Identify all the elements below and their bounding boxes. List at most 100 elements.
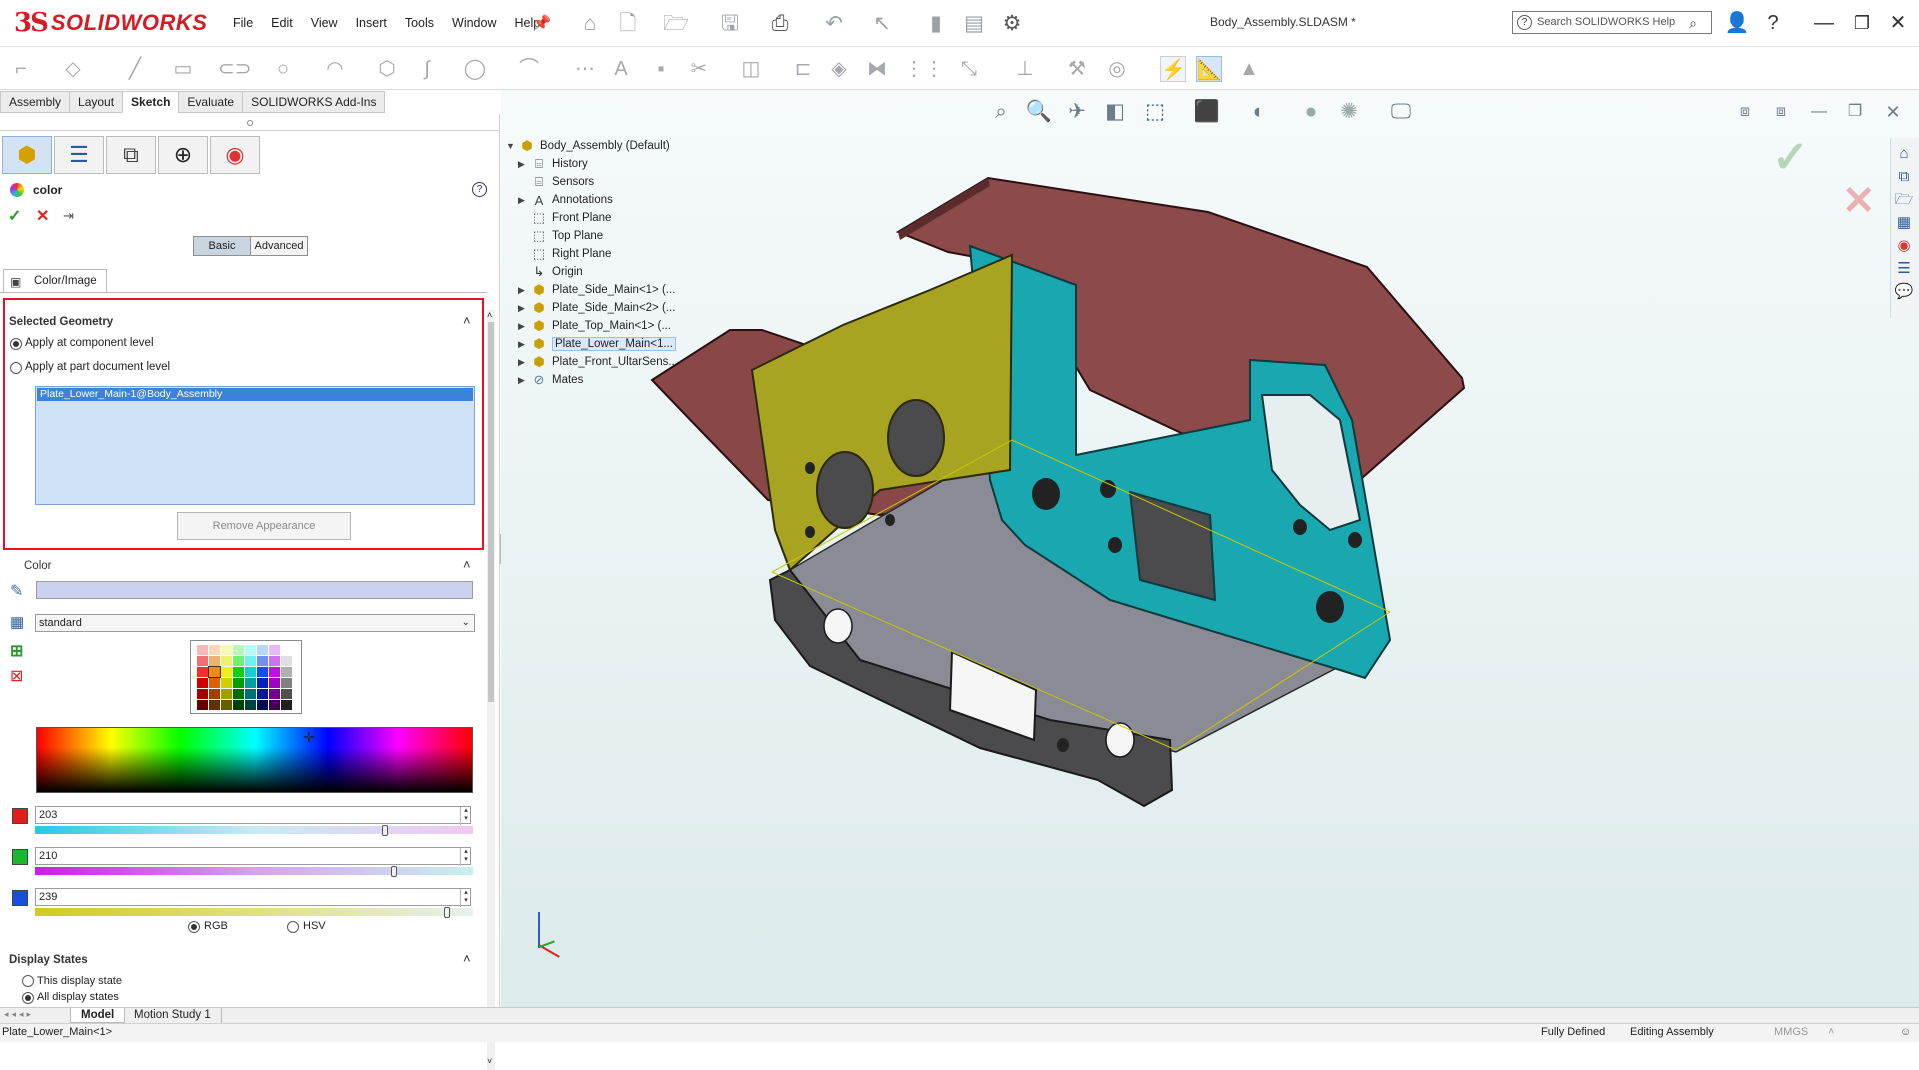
color-swatch[interactable] (257, 667, 268, 677)
menu-window[interactable]: Window (443, 14, 505, 32)
linear-pattern-icon[interactable]: ⋮⋮ (904, 56, 944, 82)
menu-view[interactable]: View (302, 14, 347, 32)
search-input[interactable]: ? Search SOLIDWORKS Help ⌕ (1512, 11, 1712, 34)
color-swatch[interactable] (221, 689, 232, 699)
scrollbar-thumb[interactable] (488, 322, 494, 702)
remove-swatch-icon[interactable]: ⊠ (10, 666, 23, 686)
color-swatch[interactable] (208, 666, 221, 678)
units-chevron-icon[interactable]: ˄ (1828, 1024, 1834, 1041)
close-window-button[interactable]: ✕ (1883, 10, 1913, 36)
color-swatch[interactable] (221, 700, 232, 710)
color-swatch[interactable] (233, 689, 244, 699)
pin-icon[interactable]: 📌 (528, 10, 556, 38)
color-swatch[interactable] (245, 645, 256, 655)
spline-icon[interactable]: ∫ (414, 56, 440, 82)
home-icon[interactable]: ⌂ (576, 10, 604, 38)
panel-scrollbar[interactable]: ˄ ˅ (487, 310, 495, 1070)
color-swatch[interactable] (269, 678, 280, 688)
display-relations-icon[interactable]: ⊥ (1012, 56, 1038, 82)
color-swatch[interactable] (245, 678, 256, 688)
instant2d-icon[interactable]: 📐 (1196, 56, 1222, 82)
help-icon[interactable]: ? (1758, 10, 1788, 36)
color-swatch[interactable] (233, 678, 244, 688)
blue-slider[interactable] (35, 907, 473, 918)
radio-component-level[interactable] (10, 338, 22, 350)
save-icon[interactable]: 🖫 (716, 10, 744, 38)
color-swatch[interactable] (245, 700, 256, 710)
color-swatch[interactable] (209, 645, 220, 655)
color-swatch[interactable] (197, 678, 208, 688)
keep-visible-pushpin-icon[interactable]: ⇥ (63, 208, 74, 224)
selected-geometry-list[interactable]: Plate_Lower_Main-1@Body_Assembly (35, 386, 475, 505)
feature-manager-tab-icon[interactable]: ⬢ (2, 136, 52, 174)
red-slider[interactable] (35, 825, 473, 836)
color-swatch[interactable] (197, 645, 208, 655)
color-swatch[interactable] (269, 667, 280, 677)
color-swatch[interactable] (257, 689, 268, 699)
print-icon[interactable]: ⎙ (766, 10, 794, 38)
configuration-manager-tab-icon[interactable]: ⧉ (106, 136, 156, 174)
options-gear-icon[interactable]: ⚙ (998, 10, 1026, 38)
tab-color-image[interactable]: ▣ Color/Image (3, 269, 107, 293)
green-slider[interactable] (35, 866, 473, 877)
sketch-icon[interactable]: ⌐ (8, 56, 34, 82)
color-swatch[interactable] (281, 656, 292, 666)
trim-icon[interactable]: ✂ (686, 56, 712, 82)
advanced-mode-button[interactable]: Advanced (250, 236, 308, 256)
color-swatch[interactable] (197, 656, 208, 666)
color-swatch[interactable] (269, 689, 280, 699)
eyedropper-icon[interactable]: ✎ (10, 581, 23, 601)
help-icon[interactable]: ? (472, 182, 487, 197)
color-swatch[interactable] (221, 645, 232, 655)
fillet-icon[interactable]: ⌒ (516, 56, 542, 82)
repair-sketch-icon[interactable]: ⚒ (1064, 56, 1090, 82)
color-swatch[interactable] (221, 656, 232, 666)
file-properties-icon[interactable]: ▤ (960, 10, 988, 38)
color-swatch[interactable] (281, 667, 292, 677)
menu-file[interactable]: File (224, 14, 262, 32)
radio-this-display-state[interactable] (22, 975, 34, 987)
color-swatch[interactable] (209, 689, 220, 699)
color-swatch[interactable] (245, 656, 256, 666)
green-slider-thumb[interactable] (391, 866, 398, 877)
menu-insert[interactable]: Insert (347, 14, 396, 32)
circle-icon[interactable]: ○ (270, 56, 296, 82)
smart-dimension-icon[interactable]: ◇ (60, 56, 86, 82)
shaded-sketch-contours-icon[interactable]: ▲ (1236, 56, 1262, 82)
green-spinner[interactable]: ▴ ▾ (460, 848, 471, 866)
tab-sketch[interactable]: Sketch (122, 91, 180, 113)
color-swatch[interactable] (281, 700, 292, 710)
color-swatch[interactable] (233, 700, 244, 710)
display-manager-tab-icon[interactable]: ◉ (210, 136, 260, 174)
tab-model[interactable]: Model (70, 1008, 126, 1023)
color-swatch[interactable] (221, 667, 232, 677)
color-swatch[interactable] (209, 700, 220, 710)
collapse-chevron-icon[interactable]: ˄ (463, 313, 471, 328)
undo-icon[interactable]: ↶ (820, 10, 848, 38)
menu-edit[interactable]: Edit (262, 14, 302, 32)
radio-hsv[interactable] (287, 921, 299, 933)
dimxpert-manager-tab-icon[interactable]: ⊕ (158, 136, 208, 174)
color-swatch[interactable] (245, 689, 256, 699)
tab-solidworks-addins[interactable]: SOLIDWORKS Add-Ins (242, 91, 386, 113)
user-account-icon[interactable]: 👤 (1722, 10, 1752, 36)
color-swatch[interactable] (281, 689, 292, 699)
property-manager-tab-icon[interactable]: ☰ (54, 136, 104, 174)
select-arrow-icon[interactable]: ↖ (868, 10, 896, 38)
scroll-down-icon[interactable]: ˅ (487, 1056, 492, 1066)
convert-entities-icon[interactable]: ◫ (738, 56, 764, 82)
minimize-window-button[interactable]: — (1809, 10, 1839, 36)
move-entities-icon[interactable]: ⤡ (956, 56, 982, 82)
add-swatch-icon[interactable]: ⊞ (10, 641, 23, 661)
menu-tools[interactable]: Tools (396, 14, 443, 32)
red-spinner[interactable]: ▴ ▾ (460, 807, 471, 825)
search-icon[interactable]: ⌕ (1689, 13, 1697, 34)
radio-all-display-states[interactable] (22, 992, 34, 1004)
color-swatch[interactable] (233, 667, 244, 677)
red-value-input[interactable]: 203 (35, 806, 471, 824)
color-swatch[interactable] (257, 656, 268, 666)
offset-icon[interactable]: ⊏ (790, 56, 816, 82)
color-swatch[interactable] (257, 645, 268, 655)
tab-motion-study-1[interactable]: Motion Study 1 (124, 1008, 222, 1023)
green-value-input[interactable]: 210 (35, 847, 471, 865)
